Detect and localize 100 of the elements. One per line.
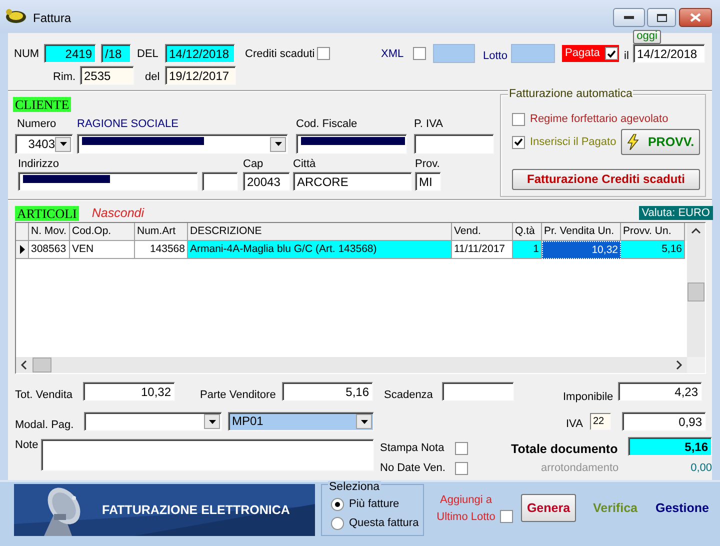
overdue-invoicing-button[interactable]: Fatturazione Crediti scaduti — [512, 169, 700, 190]
city-field[interactable]: ARCORE — [293, 172, 412, 191]
table-cell[interactable]: 308563 — [29, 241, 70, 259]
radio-label: Questa fattura — [349, 516, 419, 530]
app-icon — [5, 8, 27, 24]
checkbox[interactable] — [455, 462, 468, 475]
maximize-button[interactable] — [647, 8, 676, 27]
field-label: Tot. Vendita — [15, 389, 74, 402]
num-label: NUM — [14, 48, 40, 61]
xml-field[interactable] — [433, 44, 475, 63]
add-to-last-batch-label: Aggiungi a Ultimo Lotto — [436, 493, 496, 525]
column-header[interactable]: Cod.Op. — [70, 223, 135, 241]
field-label: Note — [15, 439, 40, 454]
field-label: Imponibile — [563, 391, 614, 404]
date-field[interactable]: 19/12/2017 — [165, 66, 236, 85]
checkbox[interactable] — [500, 510, 513, 523]
checkbox[interactable] — [413, 47, 426, 60]
caret-icon — [60, 142, 66, 146]
caret-icon — [360, 420, 368, 424]
field-label: RAGIONE SOCIALE — [77, 118, 180, 132]
payment-method-dropdown[interactable] — [84, 412, 222, 432]
banner-title: FATTURAZIONE ELETTRONICA — [102, 503, 290, 518]
postcode-field[interactable]: 20043 — [243, 172, 290, 191]
field-label: Parte Venditore — [200, 389, 277, 402]
checkbox-label: No Date Ven. — [380, 462, 446, 475]
currency-badge: Valuta: EURO — [638, 206, 713, 220]
table-cell[interactable]: VEN — [70, 241, 135, 259]
manage-link[interactable]: Gestione — [655, 501, 709, 516]
column-header[interactable]: N. Mov. — [29, 223, 70, 241]
rounding-label: arrotondamento — [541, 462, 619, 476]
date-label: del — [145, 70, 161, 84]
checkbox[interactable] — [512, 136, 525, 149]
customer-number-dropdown[interactable]: 3403 — [15, 134, 73, 154]
total-field[interactable]: 5,16 — [628, 437, 712, 456]
column-header[interactable]: Vend. — [452, 223, 513, 241]
field-label: IVA — [566, 418, 584, 432]
generate-button[interactable]: Genera — [521, 494, 576, 522]
taxable-field[interactable]: 4,23 — [618, 382, 702, 402]
field-label: Scadenza — [384, 389, 434, 402]
checkbox[interactable] — [455, 442, 468, 455]
close-button[interactable] — [679, 8, 712, 27]
field-label: P. IVA — [414, 118, 444, 132]
tax-code-field[interactable] — [296, 134, 407, 154]
row-selector[interactable] — [16, 241, 29, 259]
on-date-label: il — [624, 50, 630, 63]
vertical-scrollbar[interactable] — [687, 223, 705, 357]
rounding-value: 0,00 — [690, 462, 712, 476]
remainder-field[interactable]: 2535 — [80, 66, 134, 85]
table-cell[interactable]: 1 — [513, 241, 542, 259]
lightning-icon — [626, 134, 639, 150]
checkbox[interactable] — [604, 47, 618, 60]
date-field[interactable]: 14/12/2018 — [165, 44, 235, 63]
hide-link[interactable]: Nascondi — [92, 206, 144, 220]
field-label: Numero — [17, 118, 58, 132]
payment-code-dropdown[interactable]: MP01 — [228, 412, 374, 432]
radio-button[interactable] — [331, 517, 344, 530]
field-label: Prov. — [415, 158, 441, 172]
total-sales-field[interactable]: 10,32 — [83, 382, 175, 402]
checkbox[interactable] — [317, 47, 330, 60]
lotto-field[interactable] — [511, 44, 555, 63]
seller-share-field[interactable]: 5,16 — [282, 382, 373, 402]
today-button[interactable]: oggi — [633, 30, 661, 44]
minimize-button[interactable] — [613, 8, 645, 27]
remainder-label: Rim. — [53, 70, 77, 84]
radio-button[interactable] — [331, 498, 344, 511]
vat-number-field[interactable] — [414, 134, 494, 154]
table-cell[interactable]: 10,32 — [542, 241, 621, 259]
column-header[interactable]: Num.Art — [135, 223, 188, 241]
company-name-dropdown[interactable] — [77, 134, 288, 154]
total-label: Totale documento — [511, 442, 618, 458]
field-label: Indirizzo — [18, 158, 60, 172]
vat-rate-field[interactable]: 22 — [590, 413, 611, 430]
province-field[interactable]: MI — [415, 172, 441, 191]
provv-button[interactable]: PROVV. — [621, 129, 700, 156]
address-extra-field[interactable] — [202, 172, 238, 191]
number-field[interactable]: 2419 — [44, 44, 96, 63]
address-field[interactable] — [18, 172, 198, 191]
field-label: Modal. Pag. — [15, 419, 75, 432]
close-icon — [690, 13, 701, 22]
checkbox-label: Inserisci il Pagato — [530, 136, 616, 149]
maximize-icon — [656, 14, 666, 22]
table-cell[interactable]: Armani-4A-Maglia blu G/C (Art. 143568) — [188, 241, 452, 259]
overdue-credits-label: Crediti scaduti — [245, 48, 316, 61]
paid-toggle[interactable]: Pagata — [562, 45, 619, 62]
paid-date-field[interactable]: 14/12/2018 — [633, 44, 705, 63]
minimize-icon — [624, 16, 634, 20]
horizontal-scrollbar[interactable] — [16, 357, 687, 373]
field-label: Cap — [243, 158, 264, 172]
caret-icon — [208, 420, 216, 424]
suffix-field[interactable]: /18 — [101, 44, 131, 63]
section-title: CLIENTE — [13, 97, 72, 112]
radio-label: Più fatture — [349, 498, 400, 512]
vat-amount-field[interactable]: 0,93 — [622, 412, 706, 432]
checkbox[interactable] — [512, 113, 525, 126]
section-title: ARTICOLI — [15, 206, 79, 220]
table-cell[interactable]: 5,16 — [621, 241, 685, 259]
checkbox-label: Stampa Nota — [380, 442, 446, 455]
due-date-field[interactable] — [442, 382, 514, 402]
caret-icon — [274, 142, 282, 146]
notes-field[interactable] — [41, 439, 374, 472]
